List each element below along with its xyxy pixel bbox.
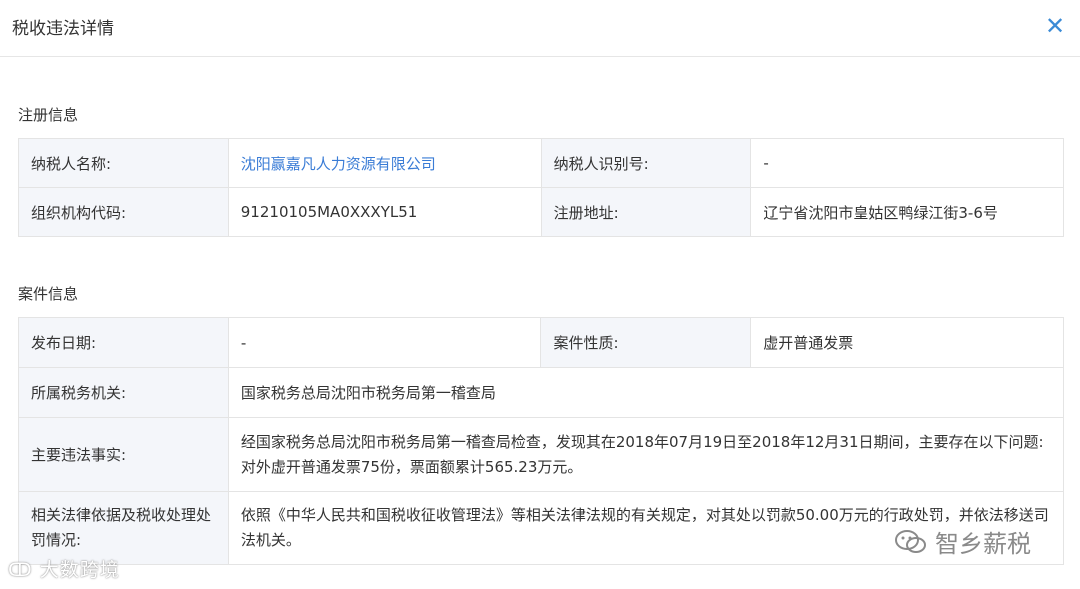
case-heading: 案件信息: [18, 285, 79, 303]
case-nature-value: 虚开普通发票: [750, 317, 1064, 368]
dialog-header: 税收违法详情 ✕: [0, 0, 1080, 57]
taxpayer-id-label: 纳税人识别号:: [540, 138, 752, 188]
case-nature-label: 案件性质:: [540, 317, 752, 368]
table-row: 组织机构代码: 91210105MA0XXXYL51 注册地址: 辽宁省沈阳市皇…: [18, 187, 1064, 237]
legal-basis-label: 相关法律依据及税收处理处罚情况:: [18, 491, 229, 565]
org-code-label: 组织机构代码:: [18, 187, 229, 237]
taxpayer-name-cell: 沈阳赢嘉凡人力资源有限公司: [227, 138, 542, 188]
taxpayer-id-value: -: [750, 138, 1064, 188]
registration-table: 纳税人名称: 沈阳赢嘉凡人力资源有限公司 纳税人识别号: - 组织机构代码: 9…: [18, 138, 1064, 237]
registration-heading: 注册信息: [18, 106, 79, 124]
watermark-left: ↀ 大数跨境: [8, 555, 120, 582]
watermark-right: 智乡薪税: [893, 524, 1031, 559]
table-row: 发布日期: - 案件性质: 虚开普通发票: [18, 317, 1064, 368]
taxpayer-name-label: 纳税人名称:: [18, 138, 229, 188]
main-facts-value: 经国家税务总局沈阳市税务局第一稽查局检查，发现其在2018年07月19日至201…: [227, 417, 1065, 492]
watermark-right-text: 智乡薪税: [935, 530, 1031, 558]
table-row: 纳税人名称: 沈阳赢嘉凡人力资源有限公司 纳税人识别号: -: [18, 138, 1064, 188]
address-label: 注册地址:: [540, 187, 752, 237]
publish-date-value: -: [227, 317, 542, 368]
watermark-left-text: 大数跨境: [39, 559, 120, 581]
tax-authority-value: 国家税务总局沈阳市税务局第一稽查局: [227, 367, 1065, 418]
dialog-title: 税收违法详情: [12, 19, 114, 39]
watermark-left-logo-icon: ↀ: [8, 559, 33, 581]
table-row: 所属税务机关: 国家税务总局沈阳市税务局第一稽查局: [18, 367, 1065, 418]
publish-date-label: 发布日期:: [18, 317, 229, 368]
wechat-logo-icon: [895, 529, 926, 553]
close-icon[interactable]: ✕: [1042, 13, 1068, 39]
address-value: 辽宁省沈阳市皇姑区鸭绿江街3-6号: [750, 187, 1064, 237]
org-code-value: 91210105MA0XXXYL51: [227, 187, 542, 237]
tax-authority-label: 所属税务机关:: [18, 367, 229, 418]
taxpayer-name-link[interactable]: 沈阳赢嘉凡人力资源有限公司: [241, 155, 436, 173]
main-facts-label: 主要违法事实:: [18, 417, 229, 492]
table-row: 主要违法事实: 经国家税务总局沈阳市税务局第一稽查局检查，发现其在2018年07…: [18, 417, 1065, 492]
